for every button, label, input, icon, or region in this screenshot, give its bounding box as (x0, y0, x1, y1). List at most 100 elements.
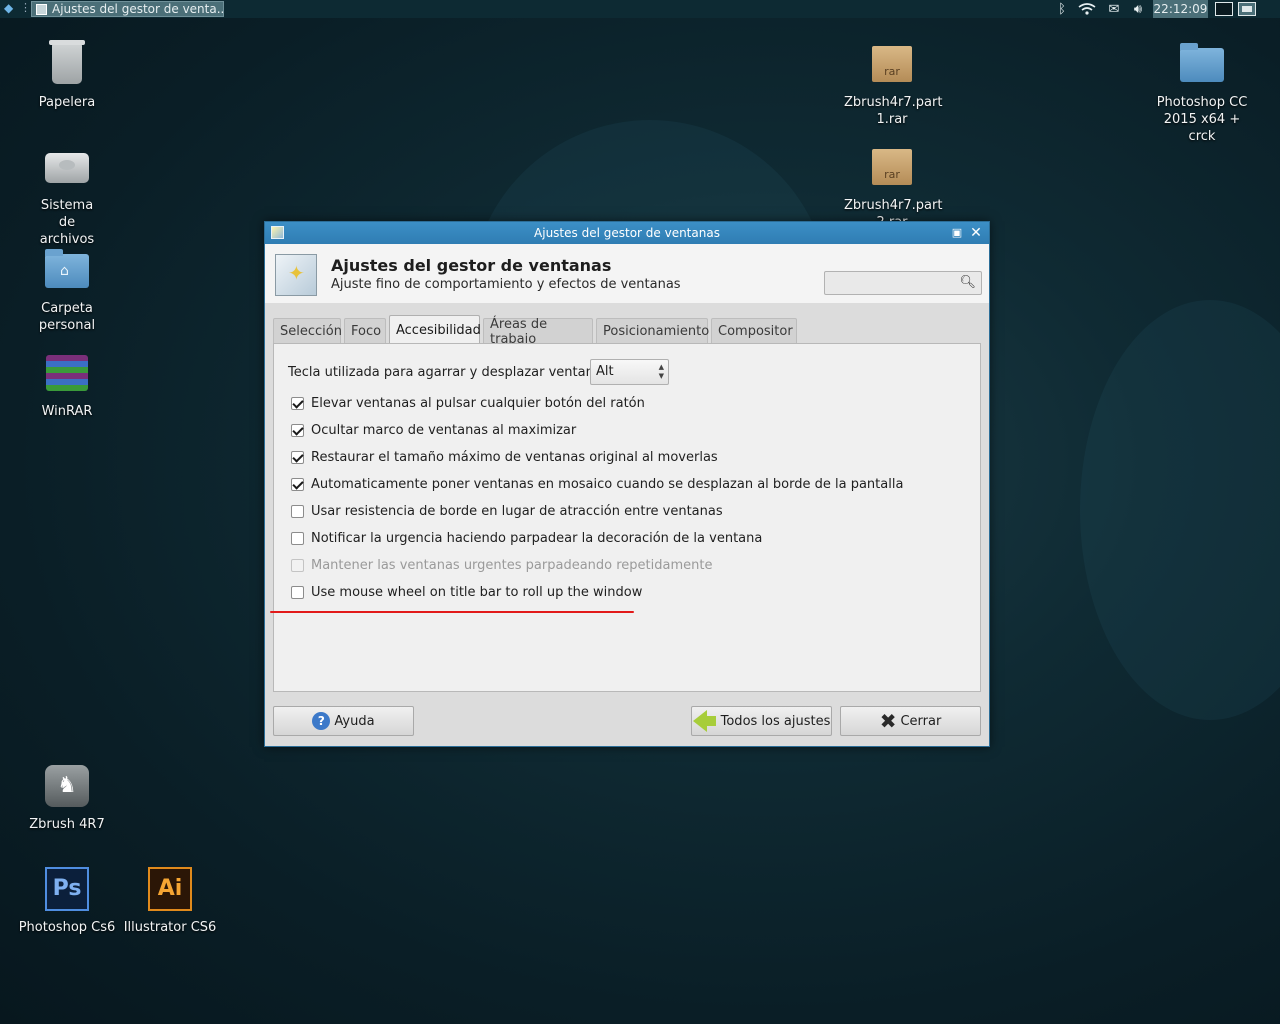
option-label: Mantener las ventanas urgentes parpadean… (311, 558, 713, 573)
desktop-icon-label: Sistema de archivos (39, 198, 95, 247)
help-button[interactable]: ? Ayuda (273, 706, 414, 736)
checkbox[interactable] (291, 532, 304, 545)
option-label: Use mouse wheel on title bar to roll up … (311, 585, 643, 600)
tab-label: Accesibilidad (396, 323, 481, 338)
illustrator-logo: Ai (148, 867, 192, 911)
desktop-icon-label: Carpeta personal (38, 301, 96, 333)
tab-foco[interactable]: Foco (344, 318, 386, 344)
close-button-label: Cerrar (900, 713, 942, 729)
clock[interactable]: 22:12:09 (1153, 0, 1208, 18)
taskbar-window-button[interactable]: Ajustes del gestor de venta... (31, 1, 224, 17)
option-row[interactable]: Elevar ventanas al pulsar cualquier botó… (291, 396, 645, 411)
taskbar-window-title: Ajustes del gestor de venta... (52, 2, 224, 16)
tab-label: Áreas de trabajo (490, 316, 548, 347)
help-icon: ? (312, 712, 331, 730)
desktop-icon-label: Zbrush 4R7 (29, 817, 105, 832)
window-settings-icon (36, 3, 47, 15)
tab-accesibilidad[interactable]: Accesibilidad (389, 315, 481, 345)
desktop-icon-photoshop[interactable]: Ps Photoshop Cs6 (12, 865, 122, 936)
option-label: Usar resistencia de borde en lugar de at… (311, 504, 723, 519)
grab-key-label: Tecla utilizada para agarrar y desplazar… (288, 365, 613, 380)
search-input[interactable]: 🔍︎ (824, 271, 982, 295)
option-row[interactable]: Use mouse wheel on title bar to roll up … (291, 585, 642, 600)
option-row-disabled: Mantener las ventanas urgentes parpadean… (291, 558, 712, 573)
app-menu-icon[interactable]: ◆ (4, 1, 13, 15)
option-label: Automaticamente poner ventanas en mosaic… (311, 477, 904, 492)
desktop-icon-zbrush-part1[interactable]: rar Zbrush4r7.part 1.rar (837, 40, 947, 128)
checkbox[interactable] (291, 586, 304, 599)
home-folder-icon: ⌂ (43, 246, 91, 294)
illustrator-icon: Ai (146, 865, 194, 913)
grab-key-select[interactable]: Alt ▲ ▼ (590, 359, 669, 385)
back-arrow-icon (692, 710, 716, 732)
winrar-icon (43, 349, 91, 397)
all-settings-button[interactable]: Todos los ajustes (691, 706, 832, 736)
workspace-1-button[interactable] (1215, 2, 1233, 16)
checkbox[interactable] (291, 505, 304, 518)
option-label: Ocultar marco de ventanas al maximizar (311, 423, 577, 438)
window-manager-icon (275, 254, 317, 296)
desktop-icon-label: Photoshop CC 2015 x64 + crck (1156, 95, 1248, 144)
option-row[interactable]: Usar resistencia de borde en lugar de at… (291, 504, 723, 519)
desktop-icon-winrar[interactable]: WinRAR (12, 349, 122, 420)
header-subtitle: Ajuste fino de comportamiento y efectos … (331, 277, 681, 292)
tab-areas-de-trabajo[interactable]: Áreas de trabajo (483, 316, 593, 347)
close-button[interactable]: ✖ Cerrar (840, 706, 981, 736)
checkbox[interactable] (291, 424, 304, 437)
red-underline-annotation (270, 611, 634, 613)
dialog-titlebar[interactable]: Ajustes del gestor de ventanas ▣ ✕ (265, 222, 989, 244)
checkbox[interactable] (291, 451, 304, 464)
desktop-icon-label: Photoshop Cs6 (18, 920, 116, 935)
maximize-icon[interactable]: ▣ (949, 225, 965, 241)
tab-label: Selección (280, 324, 342, 339)
header-title: Ajustes del gestor de ventanas (331, 256, 612, 275)
tab-compositor[interactable]: Compositor (711, 318, 797, 344)
option-label: Notificar la urgencia haciendo parpadear… (311, 531, 763, 546)
desktop-icon-sistema-de-archivos[interactable]: Sistema de archivos (12, 143, 122, 248)
wifi-icon[interactable] (1076, 1, 1098, 17)
desktop-icon-papelera[interactable]: Papelera (12, 40, 122, 111)
tab-label: Posicionamiento (603, 324, 710, 339)
checkbox[interactable] (291, 478, 304, 491)
desktop-icon-label: Zbrush4r7.part 1.rar (844, 95, 943, 127)
option-row[interactable]: Notificar la urgencia haciendo parpadear… (291, 531, 762, 546)
workspace-2-button[interactable] (1238, 2, 1256, 16)
all-settings-button-label: Todos los ajustes (720, 713, 831, 729)
option-row[interactable]: Automaticamente poner ventanas en mosaic… (291, 477, 903, 492)
tab-label: Compositor (718, 324, 793, 339)
background-shape (1080, 300, 1280, 720)
desktop-icon-carpeta-personal[interactable]: ⌂ Carpeta personal (12, 246, 122, 334)
dialog-window-title: Ajustes del gestor de ventanas (534, 226, 720, 240)
desktop-icon-label: Illustrator CS6 (123, 920, 217, 935)
close-icon[interactable]: ✕ (968, 225, 984, 241)
panel-separator: ⋮ (20, 1, 31, 14)
help-button-label: Ayuda (334, 713, 375, 729)
spin-arrows-icon: ▲ ▼ (658, 363, 664, 380)
photoshop-icon: Ps (43, 865, 91, 913)
accessibility-tab-pane: Tecla utilizada para agarrar y desplazar… (273, 343, 981, 692)
bluetooth-icon[interactable]: ᛒ (1054, 1, 1070, 17)
tab-seleccion[interactable]: Selección (273, 318, 342, 344)
desktop-icon-label: Papelera (38, 95, 96, 110)
option-label: Restaurar el tamaño máximo de ventanas o… (311, 450, 718, 465)
option-label: Elevar ventanas al pulsar cualquier botó… (311, 396, 645, 411)
archive-icon: rar (868, 40, 916, 88)
search-icon: 🔍︎ (959, 275, 976, 290)
desktop-icon-label: WinRAR (41, 404, 93, 419)
top-panel: ◆ ⋮ Ajustes del gestor de venta... ᛒ ✉ 🔊… (0, 0, 1280, 18)
desktop-icon-zbrush[interactable]: ♞ Zbrush 4R7 (12, 762, 122, 833)
tab-posicionamiento[interactable]: Posicionamiento (596, 318, 710, 344)
close-x-icon: ✖ (879, 709, 897, 733)
grab-key-value: Alt (596, 364, 614, 379)
desktop-icon-illustrator[interactable]: Ai Illustrator CS6 (115, 865, 225, 936)
option-row[interactable]: Restaurar el tamaño máximo de ventanas o… (291, 450, 718, 465)
tab-label: Foco (351, 324, 382, 339)
drive-icon (43, 143, 91, 191)
trash-icon (43, 40, 91, 88)
checkbox[interactable] (291, 397, 304, 410)
desktop-icon-photoshop-cc-folder[interactable]: Photoshop CC 2015 x64 + crck (1147, 40, 1257, 145)
mail-icon[interactable]: ✉ (1104, 1, 1124, 17)
desktop-icon-zbrush-part2[interactable]: rar Zbrush4r7.part 2.rar (837, 143, 947, 231)
option-row[interactable]: Ocultar marco de ventanas al maximizar (291, 423, 576, 438)
volume-icon[interactable]: 🔊︎ (1128, 1, 1148, 17)
